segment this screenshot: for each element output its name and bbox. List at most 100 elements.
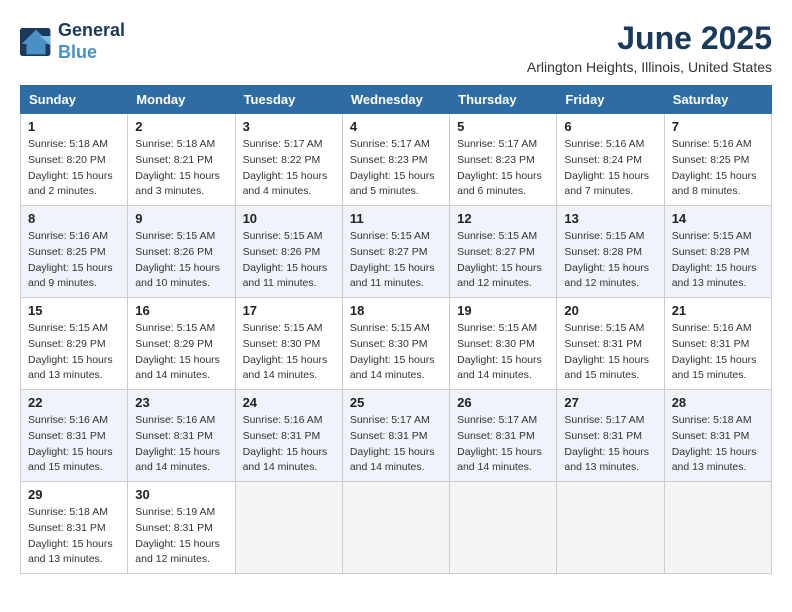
sunrise-label: Sunrise: 5:17 AM [564,414,644,426]
daylight-label: Daylight: 15 hours and 11 minutes. [243,262,328,290]
day-number: 23 [135,395,227,410]
day-number: 3 [243,119,335,134]
empty-cell [664,482,771,574]
daylight-label: Daylight: 15 hours and 8 minutes. [672,170,757,198]
day-info: Sunrise: 5:15 AM Sunset: 8:28 PM Dayligh… [564,229,656,292]
day-cell-8: 8 Sunrise: 5:16 AM Sunset: 8:25 PM Dayli… [21,206,128,298]
daylight-label: Daylight: 15 hours and 12 minutes. [564,262,649,290]
day-cell-4: 4 Sunrise: 5:17 AM Sunset: 8:23 PM Dayli… [342,114,449,206]
empty-cell [342,482,449,574]
day-number: 5 [457,119,549,134]
day-cell-15: 15 Sunrise: 5:15 AM Sunset: 8:29 PM Dayl… [21,298,128,390]
daylight-label: Daylight: 15 hours and 13 minutes. [672,446,757,474]
day-cell-19: 19 Sunrise: 5:15 AM Sunset: 8:30 PM Dayl… [450,298,557,390]
daylight-label: Daylight: 15 hours and 14 minutes. [457,354,542,382]
sunrise-label: Sunrise: 5:15 AM [243,322,323,334]
day-number: 4 [350,119,442,134]
sunset-label: Sunset: 8:24 PM [564,154,642,166]
day-info: Sunrise: 5:15 AM Sunset: 8:30 PM Dayligh… [457,321,549,384]
day-cell-5: 5 Sunrise: 5:17 AM Sunset: 8:23 PM Dayli… [450,114,557,206]
sunrise-label: Sunrise: 5:15 AM [457,230,537,242]
sunrise-label: Sunrise: 5:15 AM [28,322,108,334]
day-info: Sunrise: 5:15 AM Sunset: 8:31 PM Dayligh… [564,321,656,384]
day-info: Sunrise: 5:15 AM Sunset: 8:26 PM Dayligh… [135,229,227,292]
day-cell-22: 22 Sunrise: 5:16 AM Sunset: 8:31 PM Dayl… [21,390,128,482]
header: General Blue June 2025 Arlington Heights… [20,20,772,75]
sunrise-label: Sunrise: 5:18 AM [28,506,108,518]
day-cell-29: 29 Sunrise: 5:18 AM Sunset: 8:31 PM Dayl… [21,482,128,574]
sunset-label: Sunset: 8:25 PM [672,154,750,166]
empty-cell [450,482,557,574]
sunset-label: Sunset: 8:29 PM [135,338,213,350]
daylight-label: Daylight: 15 hours and 13 minutes. [564,446,649,474]
day-cell-11: 11 Sunrise: 5:15 AM Sunset: 8:27 PM Dayl… [342,206,449,298]
day-cell-23: 23 Sunrise: 5:16 AM Sunset: 8:31 PM Dayl… [128,390,235,482]
sunset-label: Sunset: 8:31 PM [564,430,642,442]
logo: General Blue [20,20,125,63]
daylight-label: Daylight: 15 hours and 14 minutes. [243,446,328,474]
daylight-label: Daylight: 15 hours and 14 minutes. [457,446,542,474]
day-number: 9 [135,211,227,226]
daylight-label: Daylight: 15 hours and 15 minutes. [564,354,649,382]
calendar-header-row: Sunday Monday Tuesday Wednesday Thursday… [21,86,772,114]
sunrise-label: Sunrise: 5:16 AM [564,138,644,150]
day-number: 26 [457,395,549,410]
daylight-label: Daylight: 15 hours and 12 minutes. [457,262,542,290]
logo-text: General Blue [58,20,125,63]
day-cell-18: 18 Sunrise: 5:15 AM Sunset: 8:30 PM Dayl… [342,298,449,390]
daylight-label: Daylight: 15 hours and 14 minutes. [135,446,220,474]
day-number: 14 [672,211,764,226]
day-cell-26: 26 Sunrise: 5:17 AM Sunset: 8:31 PM Dayl… [450,390,557,482]
calendar-row-5: 29 Sunrise: 5:18 AM Sunset: 8:31 PM Dayl… [21,482,772,574]
day-info: Sunrise: 5:18 AM Sunset: 8:31 PM Dayligh… [28,505,120,568]
col-saturday: Saturday [664,86,771,114]
day-number: 15 [28,303,120,318]
daylight-label: Daylight: 15 hours and 13 minutes. [28,538,113,566]
day-cell-28: 28 Sunrise: 5:18 AM Sunset: 8:31 PM Dayl… [664,390,771,482]
day-number: 21 [672,303,764,318]
sunset-label: Sunset: 8:31 PM [350,430,428,442]
daylight-label: Daylight: 15 hours and 6 minutes. [457,170,542,198]
day-number: 20 [564,303,656,318]
sunrise-label: Sunrise: 5:15 AM [564,322,644,334]
sunset-label: Sunset: 8:26 PM [243,246,321,258]
day-number: 27 [564,395,656,410]
day-cell-2: 2 Sunrise: 5:18 AM Sunset: 8:21 PM Dayli… [128,114,235,206]
day-info: Sunrise: 5:15 AM Sunset: 8:30 PM Dayligh… [243,321,335,384]
day-cell-6: 6 Sunrise: 5:16 AM Sunset: 8:24 PM Dayli… [557,114,664,206]
day-cell-1: 1 Sunrise: 5:18 AM Sunset: 8:20 PM Dayli… [21,114,128,206]
day-info: Sunrise: 5:17 AM Sunset: 8:31 PM Dayligh… [350,413,442,476]
sunset-label: Sunset: 8:30 PM [457,338,535,350]
day-cell-9: 9 Sunrise: 5:15 AM Sunset: 8:26 PM Dayli… [128,206,235,298]
sunset-label: Sunset: 8:27 PM [350,246,428,258]
day-number: 16 [135,303,227,318]
day-number: 29 [28,487,120,502]
day-cell-10: 10 Sunrise: 5:15 AM Sunset: 8:26 PM Dayl… [235,206,342,298]
day-cell-27: 27 Sunrise: 5:17 AM Sunset: 8:31 PM Dayl… [557,390,664,482]
daylight-label: Daylight: 15 hours and 14 minutes. [350,446,435,474]
day-info: Sunrise: 5:16 AM Sunset: 8:24 PM Dayligh… [564,137,656,200]
sunrise-label: Sunrise: 5:16 AM [672,322,752,334]
sunset-label: Sunset: 8:31 PM [672,430,750,442]
calendar-table: Sunday Monday Tuesday Wednesday Thursday… [20,85,772,574]
sunrise-label: Sunrise: 5:16 AM [28,230,108,242]
day-number: 2 [135,119,227,134]
sunrise-label: Sunrise: 5:18 AM [672,414,752,426]
day-info: Sunrise: 5:16 AM Sunset: 8:31 PM Dayligh… [672,321,764,384]
day-info: Sunrise: 5:18 AM Sunset: 8:20 PM Dayligh… [28,137,120,200]
col-tuesday: Tuesday [235,86,342,114]
day-number: 12 [457,211,549,226]
day-number: 28 [672,395,764,410]
sunrise-label: Sunrise: 5:15 AM [564,230,644,242]
daylight-label: Daylight: 15 hours and 14 minutes. [350,354,435,382]
empty-cell [557,482,664,574]
day-info: Sunrise: 5:17 AM Sunset: 8:31 PM Dayligh… [457,413,549,476]
daylight-label: Daylight: 15 hours and 4 minutes. [243,170,328,198]
sunset-label: Sunset: 8:31 PM [28,430,106,442]
sunset-label: Sunset: 8:31 PM [564,338,642,350]
daylight-label: Daylight: 15 hours and 7 minutes. [564,170,649,198]
day-info: Sunrise: 5:16 AM Sunset: 8:31 PM Dayligh… [28,413,120,476]
daylight-label: Daylight: 15 hours and 13 minutes. [28,354,113,382]
day-number: 10 [243,211,335,226]
col-friday: Friday [557,86,664,114]
